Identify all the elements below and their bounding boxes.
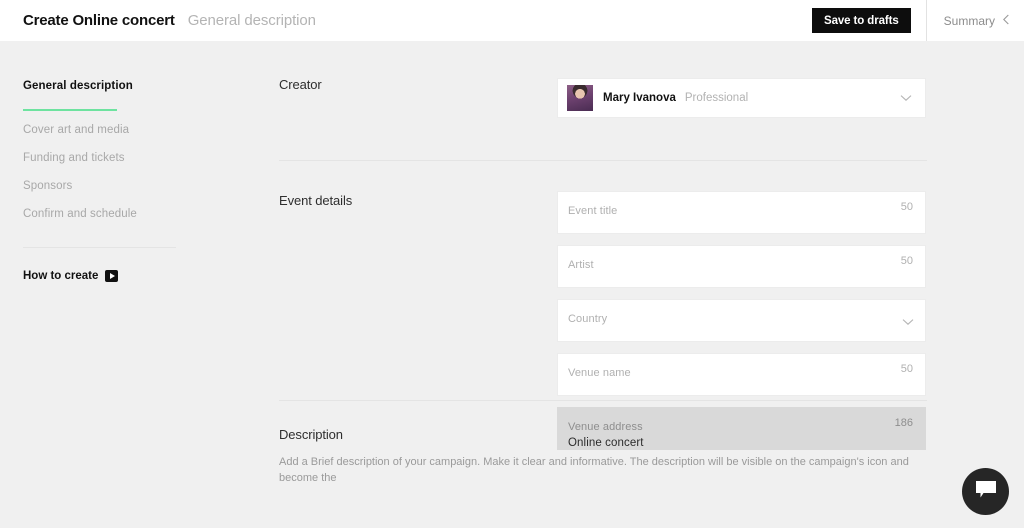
field-label: Country xyxy=(568,313,608,325)
event-title-input[interactable]: Event title 50 xyxy=(557,191,926,234)
field-label: Artist xyxy=(568,259,594,271)
venue-name-input[interactable]: Venue name 50 xyxy=(557,353,926,396)
summary-toggle[interactable]: Summary xyxy=(927,0,1024,41)
sidebar-item-label: General description xyxy=(23,80,133,92)
event-details-section: Event details Event title 50 Artist 50 C… xyxy=(250,161,1024,450)
char-counter: 50 xyxy=(900,363,913,375)
page-subtitle: General description xyxy=(187,12,316,29)
description-section: Description xyxy=(250,401,1024,444)
field-label: Event title xyxy=(568,205,618,217)
char-counter: 50 xyxy=(900,201,913,213)
main-content: Creator Mary Ivanova Professional Event … xyxy=(250,41,1024,528)
avatar xyxy=(567,85,593,111)
sidebar-nav: General description Cover art and media … xyxy=(0,41,250,232)
sidebar-item-sponsors[interactable]: Sponsors xyxy=(23,176,250,204)
creator-field-column: Mary Ivanova Professional xyxy=(557,78,926,118)
sidebar-item-cover-art-and-media[interactable]: Cover art and media xyxy=(23,120,250,148)
chevron-down-icon xyxy=(900,89,912,107)
sidebar-item-general-description[interactable]: General description xyxy=(23,76,250,111)
sidebar-item-label: Sponsors xyxy=(23,180,73,192)
sidebar-item-label: Funding and tickets xyxy=(23,152,125,164)
event-details-section-title: Event details xyxy=(279,193,353,208)
char-counter: 50 xyxy=(900,255,913,267)
how-to-create-link[interactable]: How to create xyxy=(23,270,250,282)
creator-name: Mary Ivanova xyxy=(603,92,676,104)
description-section-title: Description xyxy=(279,427,343,442)
chat-support-button[interactable] xyxy=(962,468,1009,515)
header-title-group: Create Online concert General descriptio… xyxy=(0,12,316,29)
creator-section: Creator Mary Ivanova Professional xyxy=(250,41,1024,118)
creator-select[interactable]: Mary Ivanova Professional xyxy=(557,78,926,118)
sidebar: General description Cover art and media … xyxy=(0,41,250,528)
sidebar-item-confirm-and-schedule[interactable]: Confirm and schedule xyxy=(23,204,250,232)
sidebar-divider xyxy=(23,247,176,248)
app-header: Create Online concert General descriptio… xyxy=(0,0,1024,41)
creator-role: Professional xyxy=(684,92,749,104)
how-to-create-label: How to create xyxy=(23,270,99,282)
sidebar-item-label: Cover art and media xyxy=(23,124,130,136)
creator-section-title: Creator xyxy=(279,77,322,92)
page-title: Create Online concert xyxy=(23,12,175,29)
play-icon[interactable] xyxy=(105,270,119,282)
country-select[interactable]: Country xyxy=(557,299,926,342)
save-to-drafts-button[interactable]: Save to drafts xyxy=(812,8,911,33)
chevron-down-icon xyxy=(902,313,914,331)
field-label: Venue name xyxy=(568,367,631,379)
header-actions: Save to drafts Summary xyxy=(812,0,1024,41)
chat-bubble-icon xyxy=(975,480,997,504)
app-root: Create Online concert General descriptio… xyxy=(0,0,1024,528)
sidebar-item-label: Confirm and schedule xyxy=(23,208,137,220)
summary-label: Summary xyxy=(943,13,995,28)
chevron-left-icon xyxy=(1002,12,1010,30)
artist-input[interactable]: Artist 50 xyxy=(557,245,926,288)
active-indicator xyxy=(23,109,117,111)
sidebar-item-funding-and-tickets[interactable]: Funding and tickets xyxy=(23,148,250,176)
